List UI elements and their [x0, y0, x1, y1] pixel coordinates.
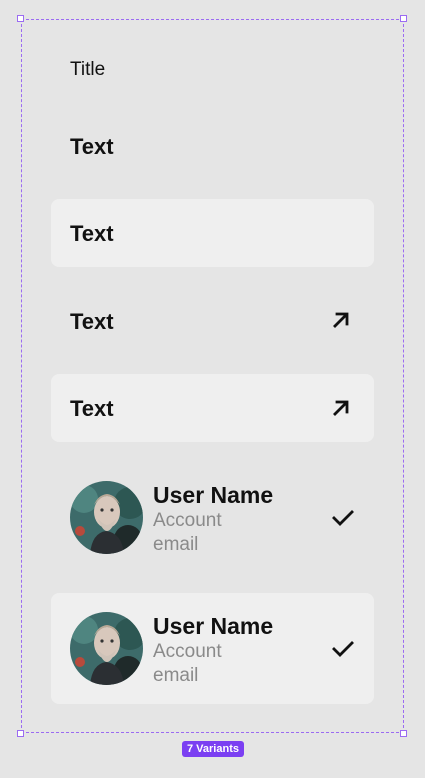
- title-label: Title: [70, 59, 106, 80]
- arrow-up-right-icon: [333, 312, 349, 328]
- avatar: [70, 612, 143, 685]
- resize-handle-bottom-left[interactable]: [17, 730, 24, 737]
- design-canvas: Title Text Text Text Text User Name Acco…: [0, 0, 425, 778]
- avatar-portrait-image: [70, 612, 143, 685]
- list-item-variant-arrow[interactable]: Text: [51, 294, 374, 348]
- resize-handle-top-left[interactable]: [17, 15, 24, 22]
- variants-count-badge[interactable]: 7 Variants: [182, 741, 244, 757]
- list-item-label: Text: [70, 134, 114, 159]
- resize-handle-bottom-right[interactable]: [400, 730, 407, 737]
- user-list-item-filled[interactable]: User Name Account email: [51, 593, 374, 704]
- user-email: Account email: [153, 641, 222, 686]
- check-icon: [332, 510, 354, 526]
- list-item-label: Text: [70, 396, 114, 421]
- avatar: [70, 481, 143, 554]
- user-name: User Name: [153, 613, 274, 639]
- user-name: User Name: [153, 482, 274, 508]
- avatar-portrait-image: [70, 481, 143, 554]
- list-item-variant-plain[interactable]: Text: [51, 120, 374, 172]
- list-item-label: Text: [70, 221, 114, 246]
- resize-handle-top-right[interactable]: [400, 15, 407, 22]
- user-list-item[interactable]: User Name Account email: [51, 474, 374, 564]
- list-item-label: Text: [70, 309, 114, 334]
- arrow-up-right-icon: [333, 400, 349, 416]
- list-item-variant-filled-arrow[interactable]: Text: [51, 374, 374, 442]
- list-item-variant-filled[interactable]: Text: [51, 199, 374, 267]
- check-icon: [332, 641, 354, 657]
- user-email: Account email: [153, 510, 222, 555]
